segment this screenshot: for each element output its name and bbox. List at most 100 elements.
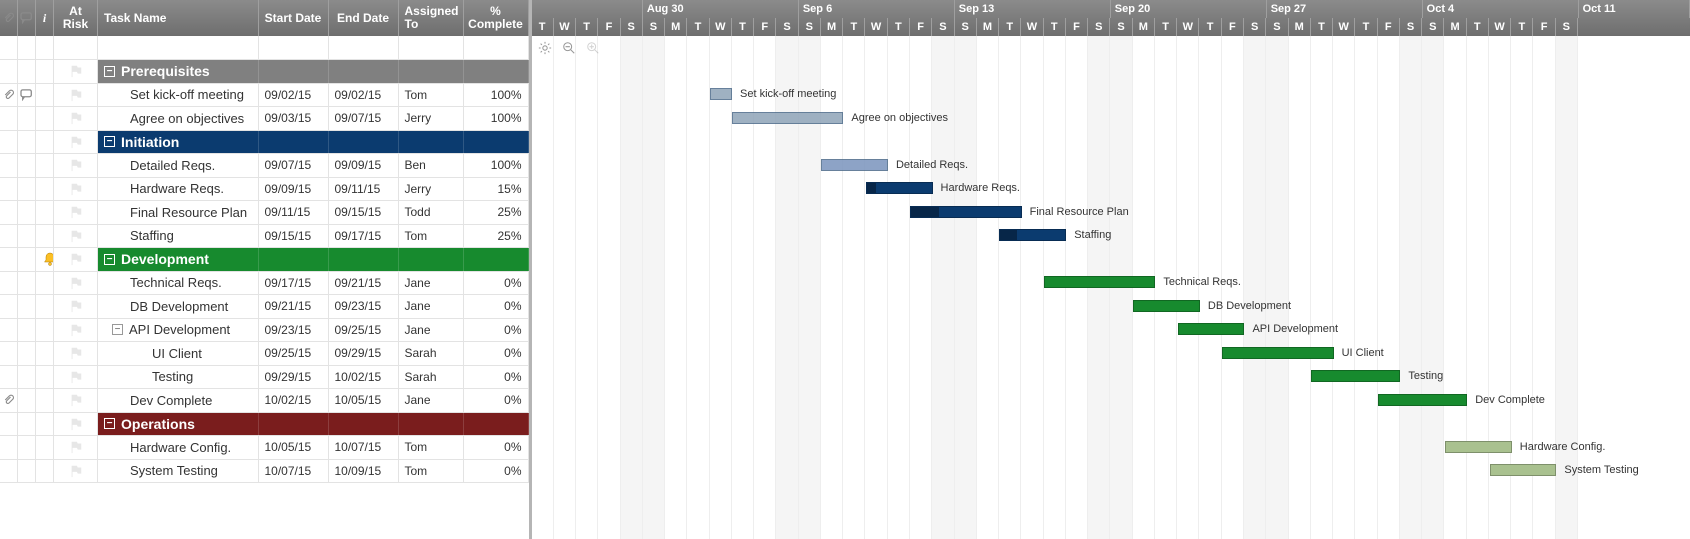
- task-row[interactable]: UI Client09/25/1509/29/15Sarah0%: [0, 342, 529, 366]
- end-date[interactable]: 09/11/15: [329, 178, 399, 201]
- zoom-out-icon[interactable]: [562, 41, 576, 55]
- start-date[interactable]: 09/21/15: [259, 295, 329, 318]
- flag-icon[interactable]: [69, 64, 83, 78]
- flag-icon[interactable]: [69, 252, 83, 266]
- col-risk[interactable]: At Risk: [54, 0, 98, 36]
- assigned-to[interactable]: Jane: [399, 389, 464, 412]
- gantt-bar[interactable]: Staffing: [999, 229, 1111, 241]
- paperclip-icon[interactable]: [3, 393, 15, 407]
- zoom-in-icon[interactable]: [586, 41, 600, 55]
- col-info[interactable]: i: [36, 0, 54, 36]
- col-start-date[interactable]: Start Date: [259, 0, 329, 36]
- percent-complete[interactable]: 0%: [464, 389, 529, 412]
- settings-icon[interactable]: [538, 41, 552, 55]
- assigned-to[interactable]: Sarah: [399, 366, 464, 389]
- gantt-body[interactable]: Set kick-off meeting Agree on objectives D…: [532, 36, 1690, 539]
- gantt-bar[interactable]: Final Resource Plan: [910, 206, 1128, 218]
- collapse-icon[interactable]: −: [112, 324, 123, 335]
- end-date[interactable]: 09/23/15: [329, 295, 399, 318]
- col-task-name[interactable]: Task Name: [98, 0, 259, 36]
- section-row[interactable]: −Prerequisites: [0, 60, 529, 84]
- gantt-bar[interactable]: API Development: [1178, 323, 1338, 335]
- flag-icon[interactable]: [69, 88, 83, 102]
- end-date[interactable]: 09/15/15: [329, 201, 399, 224]
- gantt-bar[interactable]: System Testing: [1490, 464, 1639, 476]
- gantt-bar[interactable]: Hardware Config.: [1445, 441, 1605, 453]
- end-date[interactable]: 09/21/15: [329, 272, 399, 295]
- end-date[interactable]: 09/07/15: [329, 107, 399, 130]
- start-date[interactable]: 10/02/15: [259, 389, 329, 412]
- task-row[interactable]: −API Development09/23/1509/25/15Jane0%: [0, 319, 529, 343]
- task-row[interactable]: Technical Reqs.09/17/1509/21/15Jane0%: [0, 272, 529, 296]
- start-date[interactable]: 09/17/15: [259, 272, 329, 295]
- bell-icon[interactable]: [42, 251, 54, 267]
- start-date[interactable]: 09/09/15: [259, 178, 329, 201]
- end-date[interactable]: 10/05/15: [329, 389, 399, 412]
- flag-icon[interactable]: [69, 135, 83, 149]
- percent-complete[interactable]: 25%: [464, 225, 529, 248]
- task-row[interactable]: Dev Complete10/02/1510/05/15Jane0%: [0, 389, 529, 413]
- gantt-bar[interactable]: Hardware Reqs.: [866, 182, 1020, 194]
- collapse-icon[interactable]: −: [104, 418, 115, 429]
- task-row[interactable]: Hardware Config.10/05/1510/07/15Tom0%: [0, 436, 529, 460]
- gantt-bar[interactable]: Set kick-off meeting: [710, 88, 837, 100]
- assigned-to[interactable]: Tom: [399, 436, 464, 459]
- assigned-to[interactable]: Ben: [399, 154, 464, 177]
- flag-icon[interactable]: [69, 276, 83, 290]
- start-date[interactable]: 09/03/15: [259, 107, 329, 130]
- percent-complete[interactable]: 0%: [464, 272, 529, 295]
- task-row[interactable]: System Testing10/07/1510/09/15Tom0%: [0, 460, 529, 484]
- col-comment[interactable]: [18, 0, 36, 36]
- end-date[interactable]: 10/07/15: [329, 436, 399, 459]
- percent-complete[interactable]: 100%: [464, 154, 529, 177]
- task-row[interactable]: DB Development09/21/1509/23/15Jane0%: [0, 295, 529, 319]
- flag-icon[interactable]: [69, 393, 83, 407]
- assigned-to[interactable]: Todd: [399, 201, 464, 224]
- flag-icon[interactable]: [69, 182, 83, 196]
- gantt-bar[interactable]: DB Development: [1133, 300, 1291, 312]
- col-percent-complete[interactable]: % Complete: [464, 0, 529, 36]
- flag-icon[interactable]: [69, 370, 83, 384]
- flag-icon[interactable]: [69, 111, 83, 125]
- assigned-to[interactable]: Jerry: [399, 178, 464, 201]
- collapse-icon[interactable]: −: [104, 136, 115, 147]
- flag-icon[interactable]: [69, 205, 83, 219]
- end-date[interactable]: 09/29/15: [329, 342, 399, 365]
- task-row[interactable]: Staffing09/15/1509/17/15Tom25%: [0, 225, 529, 249]
- gantt-bar[interactable]: UI Client: [1222, 347, 1384, 359]
- start-date[interactable]: 09/07/15: [259, 154, 329, 177]
- start-date[interactable]: 09/11/15: [259, 201, 329, 224]
- assigned-to[interactable]: Jane: [399, 295, 464, 318]
- gantt-bar[interactable]: Agree on objectives: [732, 112, 948, 124]
- collapse-icon[interactable]: −: [104, 66, 115, 77]
- assigned-to[interactable]: Sarah: [399, 342, 464, 365]
- percent-complete[interactable]: 100%: [464, 107, 529, 130]
- percent-complete[interactable]: 100%: [464, 84, 529, 107]
- percent-complete[interactable]: 0%: [464, 319, 529, 342]
- assigned-to[interactable]: Tom: [399, 460, 464, 483]
- gantt-bar[interactable]: Technical Reqs.: [1044, 276, 1241, 288]
- section-row[interactable]: −Initiation: [0, 131, 529, 155]
- gantt-bar[interactable]: Testing: [1311, 370, 1443, 382]
- start-date[interactable]: 10/07/15: [259, 460, 329, 483]
- section-row[interactable]: −Development: [0, 248, 529, 272]
- col-attachment[interactable]: [0, 0, 18, 36]
- collapse-icon[interactable]: −: [104, 254, 115, 265]
- end-date[interactable]: 10/02/15: [329, 366, 399, 389]
- task-row[interactable]: Testing09/29/1510/02/15Sarah0%: [0, 366, 529, 390]
- flag-icon[interactable]: [69, 299, 83, 313]
- task-row[interactable]: Final Resource Plan09/11/1509/15/15Todd2…: [0, 201, 529, 225]
- percent-complete[interactable]: 0%: [464, 342, 529, 365]
- col-assigned-to[interactable]: Assigned To: [399, 0, 464, 36]
- task-row[interactable]: Hardware Reqs.09/09/1509/11/15Jerry15%: [0, 178, 529, 202]
- flag-icon[interactable]: [69, 158, 83, 172]
- task-row[interactable]: Agree on objectives09/03/1509/07/15Jerry…: [0, 107, 529, 131]
- end-date[interactable]: 10/09/15: [329, 460, 399, 483]
- comment-icon[interactable]: [20, 89, 34, 101]
- end-date[interactable]: 09/17/15: [329, 225, 399, 248]
- percent-complete[interactable]: 0%: [464, 460, 529, 483]
- paperclip-icon[interactable]: [3, 88, 15, 102]
- start-date[interactable]: 09/02/15: [259, 84, 329, 107]
- section-row[interactable]: −Operations: [0, 413, 529, 437]
- flag-icon[interactable]: [69, 229, 83, 243]
